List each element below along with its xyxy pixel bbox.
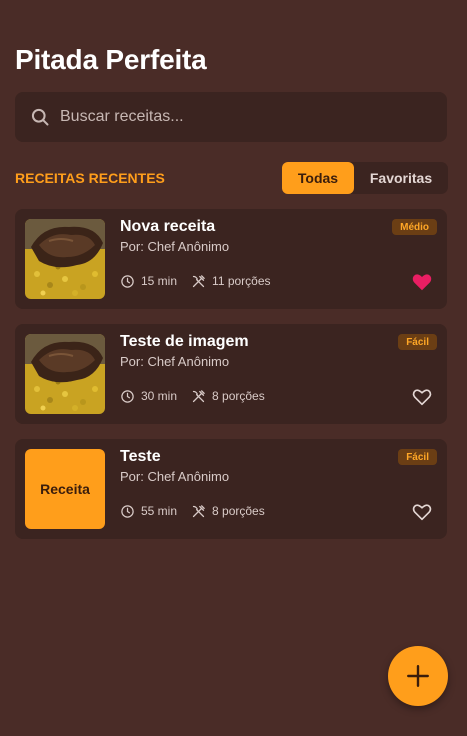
recipe-meta: 55 min 8 porções (120, 503, 265, 519)
utensils-icon (191, 504, 212, 519)
plus-icon (405, 663, 431, 689)
search-icon (30, 107, 50, 127)
recipe-title: Teste de imagem (120, 333, 249, 350)
filter-favorites-button[interactable]: Favoritas (354, 162, 448, 194)
utensils-icon (191, 389, 212, 404)
recipe-servings: 11 porções (191, 274, 271, 289)
recipe-meta: 15 min 11 porções (120, 273, 271, 289)
recipe-title: Nova receita (120, 218, 216, 235)
heart-outline-icon (412, 504, 432, 521)
recipe-card[interactable]: Nova receita Por: Chef Anônimo 15 min 11… (15, 209, 447, 309)
filter-all-button[interactable]: Todas (282, 162, 354, 194)
placeholder-text: Receita (40, 481, 90, 497)
clock-icon (120, 504, 141, 519)
recipe-time-text: 30 min (141, 389, 178, 403)
difficulty-badge: Fácil (398, 449, 437, 465)
search-bar[interactable] (15, 92, 447, 142)
recipe-author: Por: Chef Anônimo (120, 354, 230, 369)
recipe-servings: 8 porções (191, 504, 265, 519)
recipe-card[interactable]: Receita Teste Por: Chef Anônimo 55 min 8… (15, 439, 447, 539)
recipe-image (25, 334, 105, 414)
filter-toggle: Todas Favoritas (282, 162, 448, 194)
favorite-button[interactable] (411, 271, 433, 293)
add-recipe-button[interactable] (388, 646, 448, 706)
recipe-servings-text: 11 porções (212, 274, 271, 288)
recipe-time-text: 55 min (141, 504, 178, 518)
recipe-image (25, 219, 105, 299)
recipe-author: Por: Chef Anônimo (120, 469, 230, 484)
utensils-icon (191, 274, 212, 289)
clock-icon (120, 274, 141, 289)
page-title: Pitada Perfeita (15, 44, 207, 75)
recipe-title: Teste (120, 448, 161, 465)
recipe-author: Por: Chef Anônimo (120, 239, 230, 254)
recipe-time: 15 min (120, 274, 177, 289)
app-screen: Pitada Perfeita RECEITAS RECENTES Todas … (0, 0, 467, 736)
section-title: RECEITAS RECENTES (15, 170, 165, 186)
recipe-servings-text: 8 porções (212, 504, 265, 518)
search-input[interactable] (60, 108, 420, 126)
recipe-time: 30 min (120, 389, 177, 404)
recipe-time: 55 min (120, 504, 177, 519)
difficulty-badge: Médio (392, 219, 437, 235)
heart-filled-icon (412, 274, 432, 291)
recipe-meta: 30 min 8 porções (120, 388, 265, 404)
difficulty-badge: Fácil (398, 334, 437, 350)
recipe-servings: 8 porções (191, 389, 265, 404)
recipe-image-placeholder: Receita (25, 449, 105, 529)
recipe-card[interactable]: Teste de imagem Por: Chef Anônimo 30 min… (15, 324, 447, 424)
heart-outline-icon (412, 389, 432, 406)
recipe-time-text: 15 min (141, 274, 178, 288)
clock-icon (120, 389, 141, 404)
favorite-button[interactable] (411, 386, 433, 408)
recipe-servings-text: 8 porções (212, 389, 265, 403)
favorite-button[interactable] (411, 501, 433, 523)
